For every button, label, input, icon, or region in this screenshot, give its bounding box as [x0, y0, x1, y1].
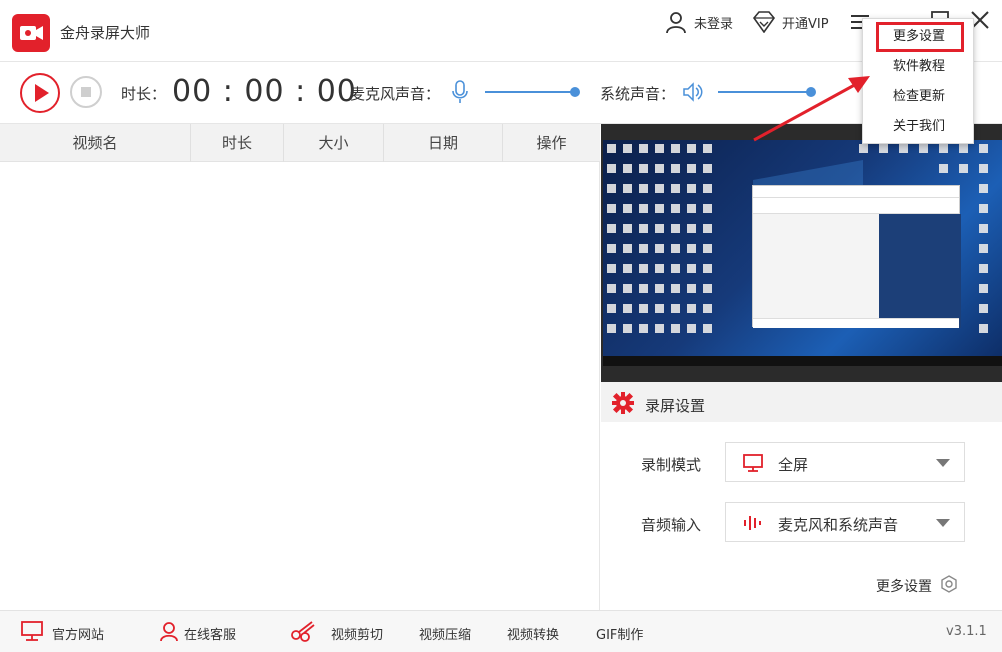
chevron-down-icon — [936, 459, 950, 467]
record-mode-value: 全屏 — [778, 456, 809, 474]
preview-taskbar — [603, 356, 1002, 366]
play-icon — [35, 84, 49, 102]
column-header-size[interactable]: 大小 — [284, 124, 384, 162]
login-button[interactable]: 未登录 — [664, 8, 733, 36]
video-list — [0, 162, 600, 610]
footer-video-cut-link[interactable]: 视频剪切 — [331, 624, 383, 643]
vip-button[interactable]: 开通VIP — [752, 8, 829, 36]
mic-volume-slider[interactable] — [485, 91, 577, 93]
mic-volume-label: 麦克风声音： — [350, 85, 441, 103]
vip-label: 开通VIP — [782, 16, 829, 32]
scissors-icon — [290, 620, 316, 646]
duration-timer: 00 : 00 : 00 — [172, 74, 357, 109]
version-label: v3.1.1 — [946, 624, 987, 639]
app-logo — [12, 14, 50, 52]
chevron-down-icon — [936, 519, 950, 527]
annotation-arrow — [753, 76, 870, 142]
monitor-icon — [743, 454, 763, 472]
record-mode-label: 录制模式 — [641, 456, 702, 474]
audio-wave-icon — [744, 516, 761, 530]
audio-input-label: 音频输入 — [641, 516, 702, 534]
audio-input-value: 麦克风和系统声音 — [778, 516, 899, 534]
stop-icon — [81, 87, 91, 97]
user-icon — [666, 12, 686, 34]
column-header-name[interactable]: 视频名 — [0, 124, 191, 162]
microphone-icon[interactable] — [451, 80, 469, 104]
gear-icon — [612, 392, 634, 414]
column-header-duration[interactable]: 时长 — [191, 124, 284, 162]
app-title: 金舟录屏大师 — [60, 24, 151, 42]
footer-video-convert-link[interactable]: 视频转换 — [507, 624, 559, 643]
website-icon — [20, 620, 44, 646]
footer-video-compress-link[interactable]: 视频压缩 — [419, 624, 471, 643]
settings-title: 录屏设置 — [645, 397, 706, 415]
system-volume-label: 系统声音： — [600, 85, 676, 103]
duration-label: 时长： — [121, 85, 167, 103]
highlight-annotation-box — [876, 22, 964, 52]
footer-bar — [0, 610, 1002, 652]
stop-button[interactable] — [70, 76, 102, 108]
mic-volume-handle[interactable] — [570, 87, 580, 97]
record-mode-select[interactable]: 全屏 — [725, 442, 965, 482]
login-label: 未登录 — [694, 16, 734, 32]
audio-input-select[interactable]: 麦克风和系统声音 — [725, 502, 965, 542]
preview-app-window — [752, 185, 961, 328]
more-settings-link[interactable]: 更多设置 — [876, 576, 932, 596]
column-header-date[interactable]: 日期 — [384, 124, 503, 162]
footer-support-link[interactable]: 在线客服 — [184, 624, 236, 643]
video-table-header: 视频名 时长 大小 日期 操作 — [0, 124, 600, 162]
diamond-icon — [752, 11, 776, 33]
customer-service-icon — [158, 620, 180, 646]
record-button[interactable] — [20, 73, 60, 113]
hexagon-settings-icon[interactable] — [940, 575, 958, 593]
speaker-icon[interactable] — [682, 81, 704, 103]
footer-gif-link[interactable]: GIF制作 — [596, 624, 643, 643]
footer-website-link[interactable]: 官方网站 — [52, 624, 104, 643]
column-header-actions: 操作 — [536, 134, 567, 152]
